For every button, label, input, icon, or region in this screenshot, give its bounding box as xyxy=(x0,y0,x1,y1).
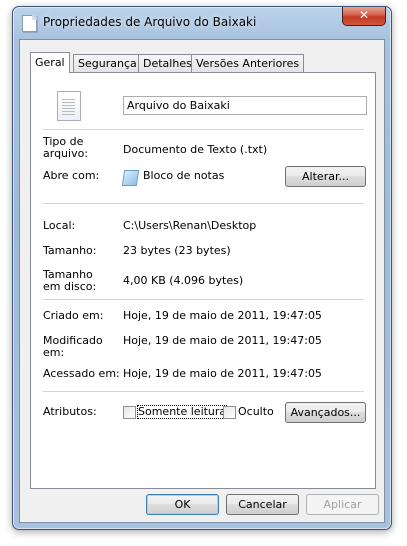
cancel-button[interactable]: Cancelar xyxy=(226,494,299,515)
tab-geral[interactable]: Geral xyxy=(30,52,70,73)
properties-window: Propriedades de Arquivo do Baixaki ✕ Ger… xyxy=(12,6,392,530)
size-value: 23 bytes (23 bytes) xyxy=(123,244,231,257)
accessed-value: Hoje, 19 de maio de 2011, 19:47:05 xyxy=(123,367,322,380)
change-button[interactable]: Alterar... xyxy=(285,166,366,187)
size-on-disk-value: 4,00 KB (4.096 bytes) xyxy=(123,274,244,287)
general-tab-panel: Tipo de arquivo: Documento de Texto (.tx… xyxy=(30,72,376,489)
hidden-label[interactable]: Oculto xyxy=(238,406,274,418)
accessed-label: Acessado em: xyxy=(43,367,120,380)
type-value: Documento de Texto (.txt) xyxy=(123,143,268,156)
location-label: Local: xyxy=(43,219,76,232)
apply-button[interactable]: Aplicar xyxy=(306,494,379,515)
tab-detalhes[interactable]: Detalhes xyxy=(138,54,197,72)
dialog-client-area: Geral Segurança Detalhes Versões Anterio… xyxy=(19,39,385,523)
tab-versoes-anteriores[interactable]: Versões Anteriores xyxy=(191,54,305,72)
separator xyxy=(43,129,364,130)
modified-label: Modificado em: xyxy=(43,334,103,359)
separator xyxy=(43,391,364,392)
location-value: C:\Users\Renan\Desktop xyxy=(123,219,257,232)
advanced-button[interactable]: Avançados... xyxy=(285,402,366,423)
window-title: Propriedades de Arquivo do Baixaki xyxy=(43,15,257,29)
separator xyxy=(43,299,364,300)
close-button[interactable]: ✕ xyxy=(342,7,386,26)
modified-value: Hoje, 19 de maio de 2011, 19:47:05 xyxy=(123,334,322,347)
type-label: Tipo de arquivo: xyxy=(43,135,89,160)
opens-with-value: Bloco de notas xyxy=(143,169,225,182)
created-value: Hoje, 19 de maio de 2011, 19:47:05 xyxy=(123,309,322,322)
opens-with-label: Abre com: xyxy=(43,169,100,182)
readonly-checkbox[interactable] xyxy=(123,406,136,419)
text-file-icon xyxy=(22,15,37,32)
title-bar[interactable]: Propriedades de Arquivo do Baixaki ✕ xyxy=(13,7,391,37)
size-label: Tamanho: xyxy=(43,244,97,257)
text-document-icon xyxy=(57,91,81,121)
hidden-checkbox[interactable] xyxy=(223,406,236,419)
file-name-input[interactable] xyxy=(123,96,367,115)
attributes-label: Atributos: xyxy=(43,405,97,418)
separator xyxy=(43,203,364,204)
created-label: Criado em: xyxy=(43,309,104,322)
size-on-disk-label: Tamanho em disco: xyxy=(43,268,97,293)
notepad-icon xyxy=(121,170,140,186)
readonly-label[interactable]: Somente leitura xyxy=(136,405,228,419)
tab-seguranca[interactable]: Segurança xyxy=(73,54,142,72)
ok-button[interactable]: OK xyxy=(146,494,219,515)
